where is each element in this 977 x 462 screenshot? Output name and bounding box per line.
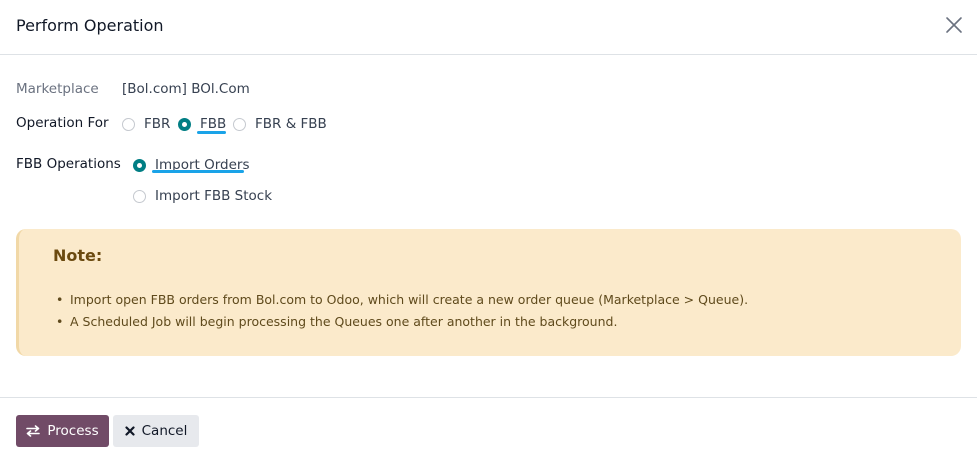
x-mark-icon xyxy=(125,426,135,436)
fbb-operations-label: FBB Operations xyxy=(16,156,121,172)
close-button[interactable] xyxy=(945,16,963,34)
radio-import-fbb-stock[interactable] xyxy=(133,189,146,203)
marketplace-label: Marketplace xyxy=(16,81,99,97)
cancel-button[interactable]: Cancel xyxy=(113,415,199,447)
note-title: Note: xyxy=(53,246,103,265)
note-list: Import open FBB orders from Bol.com to O… xyxy=(56,291,748,335)
import-orders-highlight-underline xyxy=(152,170,244,173)
radio-option-fbr-fbb[interactable]: FBR & FBB xyxy=(233,115,327,133)
note-item: A Scheduled Job will begin processing th… xyxy=(56,313,748,335)
fbb-highlight-underline xyxy=(197,131,226,134)
radio-import-orders[interactable] xyxy=(133,158,146,172)
exchange-arrows-icon xyxy=(26,425,41,437)
radio-fbr-fbb[interactable] xyxy=(233,117,246,131)
radio-option-import-fbb-stock[interactable]: Import FBB Stock xyxy=(133,187,272,205)
marketplace-value: [Bol.com] BOl.Com xyxy=(122,81,250,97)
radio-option-fbr[interactable]: FBR xyxy=(122,115,170,133)
radio-label-fbb: FBB xyxy=(200,116,227,132)
dialog-title: Perform Operation xyxy=(16,16,164,35)
radio-label-import-fbb-stock: Import FBB Stock xyxy=(155,188,273,204)
process-button-label: Process xyxy=(47,423,99,439)
process-button[interactable]: Process xyxy=(16,415,109,447)
cancel-button-label: Cancel xyxy=(141,423,188,439)
radio-fbr[interactable] xyxy=(122,117,135,131)
note-item: Import open FBB orders from Bol.com to O… xyxy=(56,291,748,313)
operation-for-label: Operation For xyxy=(16,115,109,131)
radio-fbb[interactable] xyxy=(178,117,191,131)
radio-label-fbr: FBR xyxy=(144,116,171,132)
radio-label-fbr-fbb: FBR & FBB xyxy=(255,116,327,132)
note-box: Note: Import open FBB orders from Bol.co… xyxy=(16,229,961,356)
dialog-header: Perform Operation xyxy=(0,0,977,55)
dialog-footer: Process Cancel xyxy=(0,397,977,462)
close-icon xyxy=(946,17,962,33)
